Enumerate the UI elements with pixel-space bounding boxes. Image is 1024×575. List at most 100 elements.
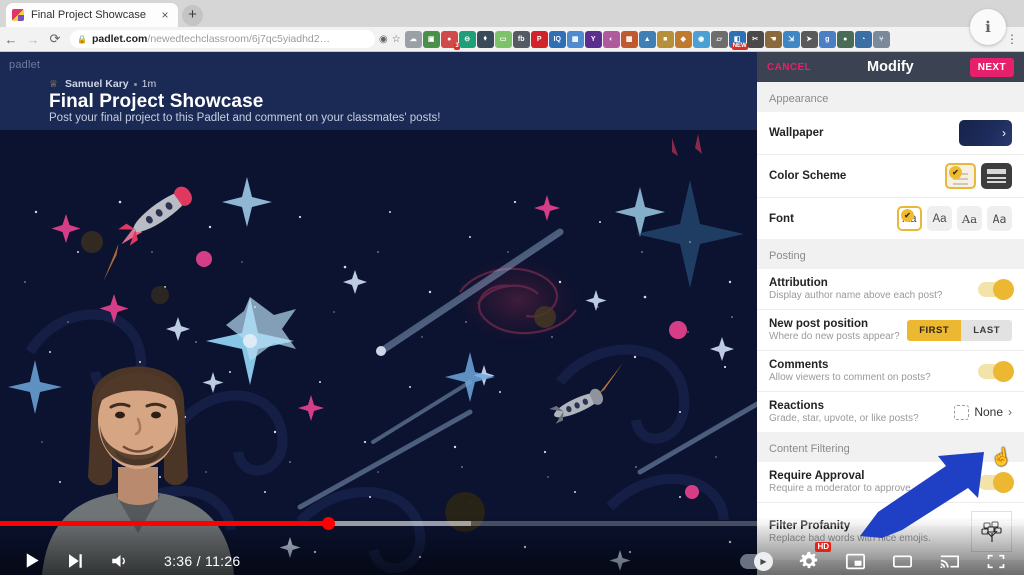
row-reactions-subtitle: Grade, star, upvote, or like posts? — [769, 413, 919, 424]
compass-extension-icon[interactable]: ◆ — [674, 30, 692, 48]
autoplay-toggle[interactable] — [740, 551, 773, 571]
close-tab-icon[interactable]: × — [158, 9, 172, 21]
star-icon[interactable]: ☆ — [392, 34, 401, 45]
theater-icon[interactable] — [892, 552, 913, 571]
page-subtitle[interactable]: Post your final project to this Padlet a… — [49, 112, 440, 124]
tab-extension-icon[interactable]: ⊖ — [458, 30, 476, 48]
profile-avatar[interactable]: ℹ — [970, 9, 1006, 45]
row-color-scheme[interactable]: Color Scheme ✔ — [757, 155, 1024, 198]
next-video-button[interactable] — [66, 552, 84, 570]
circle-extension-icon[interactable]: ● — [836, 30, 854, 48]
font-option-3[interactable]: Aa — [957, 206, 982, 231]
row-attribution[interactable]: Attribution Display author name above ea… — [757, 269, 1024, 310]
row-wallpaper[interactable]: Wallpaper › — [757, 112, 1024, 155]
pin-extension-icon[interactable]: ⑂ — [872, 30, 890, 48]
doc-extension-icon[interactable]: ▭ — [494, 30, 512, 48]
reactions-value: None — [974, 405, 1003, 419]
author-name[interactable]: Samuel Kary — [65, 78, 129, 90]
settings-button[interactable]: HD — [799, 542, 831, 571]
tasks-extension-icon[interactable]: ● 3 — [440, 30, 460, 50]
fullscreen-icon[interactable] — [986, 552, 1006, 571]
iq-extension-icon[interactable]: IQ — [548, 30, 566, 48]
cursor-extension-icon[interactable]: ➤ — [800, 30, 818, 48]
segment-last[interactable]: LAST — [961, 319, 1012, 341]
row-comments[interactable]: Comments Allow viewers to comment on pos… — [757, 351, 1024, 392]
reload-button[interactable]: ⟳ — [44, 31, 66, 47]
chevron-right-icon: › — [1002, 126, 1006, 140]
browser-menu-icon[interactable]: ⋮ — [1004, 32, 1020, 46]
selected-check-icon: ✔ — [901, 209, 914, 222]
new-extension-icon-badge: NEW — [731, 42, 748, 50]
scissors-extension-icon[interactable]: ✂ — [746, 30, 764, 48]
grid-extension-icon[interactable]: ▦ — [620, 30, 638, 48]
font-option-4[interactable]: Aa — [987, 206, 1012, 231]
address-bar-url: padlet.com/newedtechclassroom/6j7qc5yiad… — [92, 33, 330, 45]
resize-extension-icon[interactable]: ⇲ — [782, 30, 800, 48]
yahoo-extension-icon[interactable]: Y — [584, 30, 602, 48]
wallpaper-thumbnail[interactable]: › — [959, 120, 1012, 146]
font-option-2[interactable]: Aa — [927, 206, 952, 231]
row-new-post-position[interactable]: New post position Where do new posts app… — [757, 310, 1024, 351]
photo-extension-icon[interactable]: ■ — [656, 30, 674, 48]
font-option-2-label: Aa — [932, 212, 947, 225]
padlet-wallpaper — [0, 52, 757, 575]
padlet-author-meta: ♕ Samuel Kary 1m — [49, 78, 156, 90]
section-label-appearance: Appearance — [757, 82, 1024, 112]
browser-tab[interactable]: Final Project Showcase × — [6, 3, 178, 27]
browser-toolbar: ← → ⟳ 🔒 padlet.com/newedtechclassroom/6j… — [0, 27, 1024, 52]
cast-icon[interactable] — [939, 552, 960, 571]
attribution-toggle[interactable] — [978, 278, 1014, 300]
chevron-right-icon: › — [1008, 405, 1012, 419]
shield-extension-icon[interactable]: ⬧ — [476, 30, 494, 48]
post-time: 1m — [141, 78, 157, 90]
store-extension-icon[interactable]: ▦ — [566, 30, 584, 48]
address-bar[interactable]: 🔒 padlet.com/newedtechclassroom/6j7qc5yi… — [70, 30, 375, 48]
image-extension-icon[interactable]: ▲ — [638, 30, 656, 48]
share-icon[interactable]: ◉ — [379, 34, 388, 45]
page-title[interactable]: Final Project Showcase — [49, 91, 263, 113]
grammar-extension-icon[interactable]: g — [818, 30, 836, 48]
color-scheme-light-option[interactable]: ✔ — [945, 163, 976, 189]
quality-badge: HD — [815, 542, 831, 552]
loop-extension-icon[interactable]: ◔ — [854, 30, 872, 48]
new-extension-icon[interactable]: ◧ NEW — [728, 30, 748, 50]
padlet-favicon — [12, 9, 24, 21]
font-option-1[interactable]: Aa ✔ — [897, 206, 922, 231]
player-left-controls: 3:36 / 11:26 — [22, 551, 241, 570]
row-reactions[interactable]: Reactions Grade, star, upvote, or like p… — [757, 392, 1024, 432]
palette-extension-icon[interactable]: ◐ — [602, 30, 620, 48]
padlet-logo[interactable]: padlet — [9, 59, 40, 71]
appearance-rows: Wallpaper › Color Scheme ✔ Font ✔ Aa Aa … — [757, 112, 1024, 239]
annotation-arrow — [858, 450, 990, 543]
hand-extension-icon[interactable]: ☚ — [764, 30, 782, 48]
comments-toggle[interactable] — [978, 360, 1014, 382]
color-scheme-dark-option[interactable] — [981, 163, 1012, 189]
selected-check-icon: ✔ — [949, 166, 962, 179]
new-tab-button[interactable]: + — [182, 5, 203, 26]
row-wallpaper-title: Wallpaper — [769, 127, 824, 139]
row-color-scheme-title: Color Scheme — [769, 170, 847, 182]
cancel-button[interactable]: CANCEL — [767, 62, 811, 73]
meta-separator-dot — [133, 82, 137, 86]
row-comments-title: Comments — [769, 359, 829, 371]
volume-button[interactable] — [109, 552, 129, 570]
back-button[interactable]: ← — [0, 32, 22, 47]
modify-panel-title: Modify — [867, 59, 914, 75]
row-new-post-position-subtitle: Where do new posts appear? — [769, 331, 900, 342]
progress-scrubber-handle[interactable] — [321, 517, 335, 530]
posting-rows: Attribution Display author name above ea… — [757, 269, 1024, 432]
pinterest-extension-icon[interactable]: P — [530, 30, 548, 48]
cloud-extension-icon[interactable]: ☁ — [404, 30, 422, 48]
fb-extension-icon[interactable]: fb — [512, 30, 530, 48]
screenshot-extension-icon[interactable]: ▣ — [422, 30, 440, 48]
time-display: 3:36 / 11:26 — [164, 552, 241, 569]
eraser-extension-icon[interactable]: ▱ — [710, 30, 728, 48]
next-button[interactable]: NEXT — [969, 57, 1014, 77]
player-right-controls: HD — [740, 542, 1006, 571]
reactions-placeholder-icon — [954, 404, 970, 420]
play-button[interactable] — [22, 551, 41, 570]
target-extension-icon[interactable]: ◉ — [692, 30, 710, 48]
segment-first[interactable]: FIRST — [907, 319, 962, 341]
miniplayer-icon[interactable] — [845, 552, 866, 571]
row-font[interactable]: Font Aa ✔ Aa Aa Aa — [757, 198, 1024, 239]
